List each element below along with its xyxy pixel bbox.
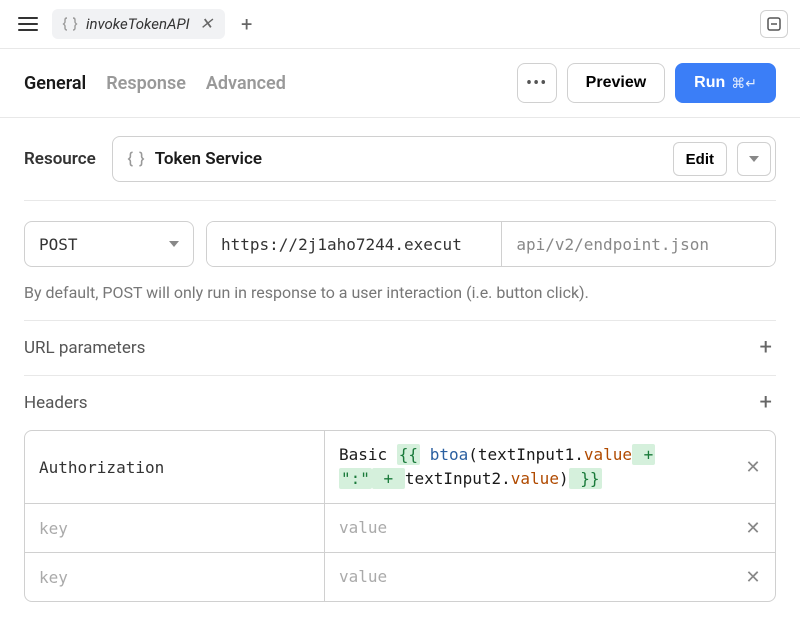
table-row: key value ✕: [25, 553, 775, 601]
table-row: key value ✕: [25, 504, 775, 553]
collapse-button[interactable]: [760, 10, 788, 38]
header-value-input[interactable]: value: [325, 504, 731, 552]
chevron-down-icon: [169, 241, 179, 247]
header-key-input[interactable]: key: [25, 553, 325, 601]
add-tab-button[interactable]: +: [233, 8, 260, 40]
resource-select[interactable]: Token Service Edit: [112, 136, 776, 182]
close-icon[interactable]: ✕: [198, 16, 215, 32]
menu-button[interactable]: [12, 11, 44, 37]
headers-table: Authorization Basic {{ btoa(textInput1.v…: [24, 430, 776, 602]
add-header-button[interactable]: +: [756, 392, 776, 414]
url-input[interactable]: [207, 222, 502, 266]
url-params-title: URL parameters: [24, 338, 145, 358]
header-value-input[interactable]: Basic {{ btoa(textInput1.value + ":" + t…: [325, 431, 731, 503]
url-suffix: api/v2/endpoint.json: [502, 222, 775, 266]
preview-button[interactable]: Preview: [567, 63, 665, 103]
run-shortcut: ⌘↵: [731, 75, 757, 92]
method-hint: By default, POST will only run in respon…: [24, 283, 776, 321]
more-button[interactable]: •••: [517, 63, 557, 103]
braces-icon: [62, 16, 78, 32]
method-value: POST: [39, 235, 78, 254]
resource-label: Resource: [24, 149, 96, 169]
header-value-input[interactable]: value: [325, 553, 731, 601]
headers-title: Headers: [24, 393, 88, 413]
header-key-input[interactable]: key: [25, 504, 325, 552]
delete-row-button[interactable]: ✕: [731, 431, 775, 503]
method-select[interactable]: POST: [24, 221, 194, 267]
delete-row-button[interactable]: ✕: [731, 553, 775, 601]
resource-name: Token Service: [155, 149, 663, 169]
query-tab[interactable]: invokeTokenAPI ✕: [52, 9, 225, 39]
tab-general[interactable]: General: [24, 73, 86, 94]
run-button[interactable]: Run ⌘↵: [675, 63, 776, 103]
edit-resource-button[interactable]: Edit: [673, 142, 727, 176]
run-label: Run: [694, 74, 725, 92]
tab-response[interactable]: Response: [106, 73, 186, 94]
delete-row-button[interactable]: ✕: [731, 504, 775, 552]
tab-name: invokeTokenAPI: [86, 15, 190, 33]
braces-icon: [127, 150, 145, 168]
header-key-input[interactable]: Authorization: [25, 431, 325, 503]
add-url-param-button[interactable]: +: [756, 337, 776, 359]
table-row: Authorization Basic {{ btoa(textInput1.v…: [25, 431, 775, 504]
resource-dropdown-button[interactable]: [737, 142, 771, 176]
tab-advanced[interactable]: Advanced: [206, 73, 286, 94]
chevron-down-icon: [749, 156, 759, 162]
